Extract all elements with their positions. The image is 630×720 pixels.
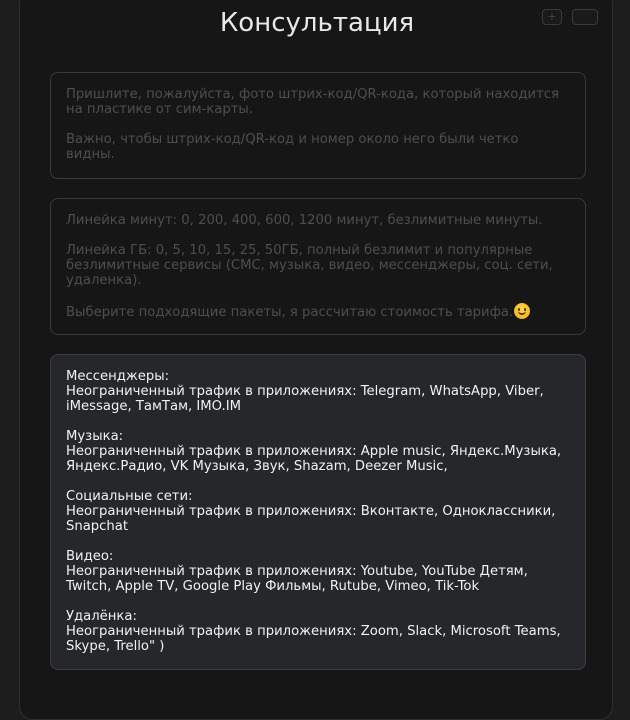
section-title: Мессенджеры: bbox=[66, 369, 170, 384]
message-bubble-active: Мессенджеры: Неограниченный трафик в прил… bbox=[50, 354, 586, 670]
section-title: Удалёнка: bbox=[66, 609, 137, 624]
section-text: Неограниченный трафик в приложениях: You… bbox=[66, 564, 528, 594]
page-title: Консультация bbox=[219, 8, 415, 38]
section-text: Неограниченный трафик в приложениях: Вко… bbox=[66, 504, 556, 534]
section-text: Неограниченный трафик в приложениях: Zoo… bbox=[66, 624, 561, 654]
section-text: Неограниченный трафик в приложениях: Tel… bbox=[66, 384, 544, 414]
message-bubble: Линейка минут: 0, 200, 400, 600, 1200 ми… bbox=[50, 198, 586, 335]
section-text: Неограниченный трафик в приложениях: App… bbox=[66, 444, 562, 474]
section-title: Музыка: bbox=[66, 429, 124, 444]
window-control-button[interactable] bbox=[572, 9, 598, 25]
section-remote: Удалёнка: Неограниченный трафик в приложе… bbox=[66, 609, 571, 654]
message-text: Линейка минут: 0, 200, 400, 600, 1200 ми… bbox=[66, 213, 543, 228]
section-title: Социальные сети: bbox=[66, 489, 193, 504]
section-messengers: Мессенджеры: Неограниченный трафик в прил… bbox=[66, 369, 571, 414]
smiling-face-icon bbox=[514, 303, 531, 319]
section-social: Социальные сети: Неограниченный трафик в … bbox=[66, 489, 571, 534]
section-video: Видео: Неограниченный трафик в приложения… bbox=[66, 549, 571, 594]
message-bubble: Пришлите, пожалуйста, фото штрих-код/QR-… bbox=[50, 72, 586, 179]
message-text: Линейка ГБ: 0, 5, 10, 15, 25, 50ГБ, полн… bbox=[66, 243, 553, 288]
message-text: Пришлите, пожалуйста, фото штрих-код/QR-… bbox=[66, 87, 559, 117]
section-title: Видео: bbox=[66, 549, 114, 564]
add-button[interactable]: + bbox=[542, 9, 562, 25]
message-text: Выберите подходящие пакеты, я рассчитаю … bbox=[66, 305, 514, 320]
message-text-with-emoji: Выберите подходящие пакеты, я рассчитаю … bbox=[66, 303, 571, 320]
section-music: Музыка: Неограниченный трафик в приложени… bbox=[66, 429, 571, 474]
message-text: Важно, чтобы штрих-код/QR-код и номер ок… bbox=[66, 132, 519, 162]
